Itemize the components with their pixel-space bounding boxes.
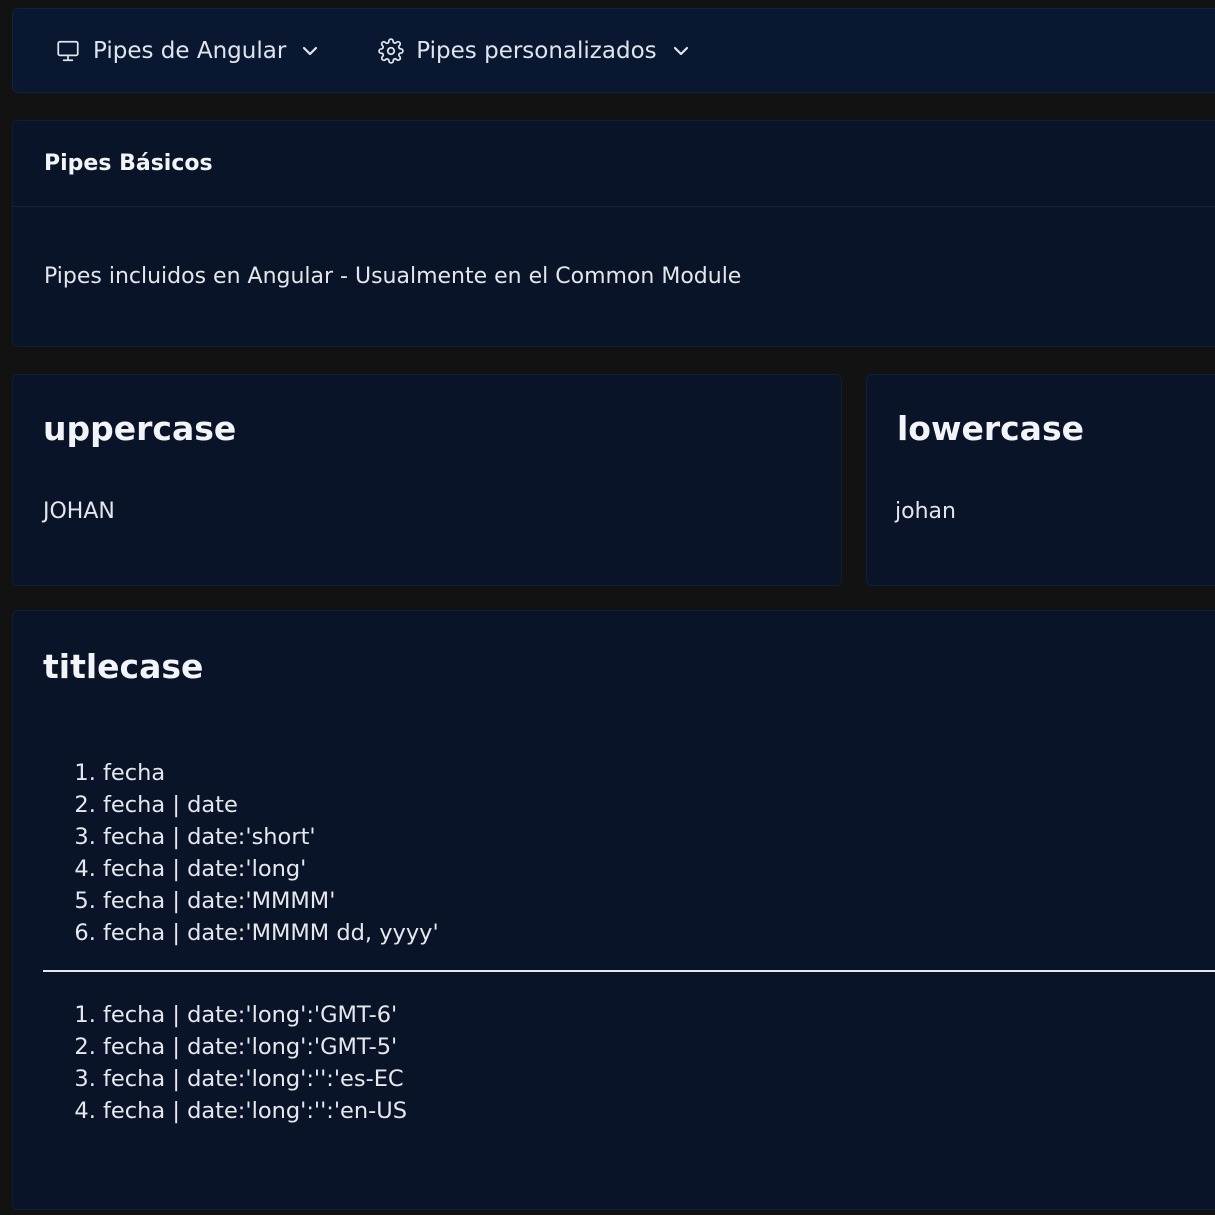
list-item: fecha | date: [103, 789, 439, 821]
basics-panel-header: Pipes Básicos: [13, 121, 1215, 207]
list-item: fecha | date:'MMMM dd, yyyy': [103, 917, 439, 949]
menu-pipes-angular[interactable]: Pipes de Angular: [55, 31, 320, 71]
basics-panel: Pipes Básicos Pipes incluidos en Angular…: [12, 120, 1215, 347]
lowercase-card: lowercase johan: [866, 374, 1215, 586]
list-item: fecha | date:'MMMM': [103, 885, 439, 917]
list-item: fecha | date:'long':'GMT-5': [103, 1031, 407, 1063]
top-menubar: Pipes de Angular Pipes personalizados: [12, 8, 1215, 93]
timezone-pipe-list: fecha | date:'long':'GMT-6' fecha | date…: [13, 999, 407, 1127]
lowercase-card-value: johan: [895, 499, 956, 524]
uppercase-card-title: uppercase: [43, 409, 237, 448]
titlecase-card-title: titlecase: [43, 647, 204, 686]
lowercase-card-title: lowercase: [897, 409, 1084, 448]
monitor-icon: [55, 38, 81, 64]
list-item: fecha | date:'long':'':'es-EC: [103, 1063, 407, 1095]
list-divider: [43, 970, 1215, 972]
chevron-down-icon: [671, 41, 691, 61]
uppercase-card: uppercase JOHAN: [12, 374, 842, 586]
list-item: fecha | date:'short': [103, 821, 439, 853]
menu-pipes-personalizados[interactable]: Pipes personalizados: [378, 31, 690, 71]
app-page: Pipes de Angular Pipes personalizados Pi…: [0, 0, 1215, 1215]
basics-panel-description: Pipes incluidos en Angular - Usualmente …: [44, 264, 742, 289]
date-pipe-list: fecha fecha | date fecha | date:'short' …: [13, 757, 439, 949]
list-item: fecha | date:'long':'GMT-6': [103, 999, 407, 1031]
gear-icon: [378, 37, 405, 64]
list-item: fecha | date:'long': [103, 853, 439, 885]
list-item: fecha | date:'long':'':'en-US: [103, 1095, 407, 1127]
menu-pipes-personalizados-label: Pipes personalizados: [416, 37, 657, 64]
list-item: fecha: [103, 757, 439, 789]
menu-pipes-angular-label: Pipes de Angular: [93, 37, 287, 64]
chevron-down-icon: [300, 41, 320, 61]
titlecase-card: titlecase fecha fecha | date fecha | dat…: [12, 610, 1215, 1210]
uppercase-card-value: JOHAN: [43, 499, 115, 524]
